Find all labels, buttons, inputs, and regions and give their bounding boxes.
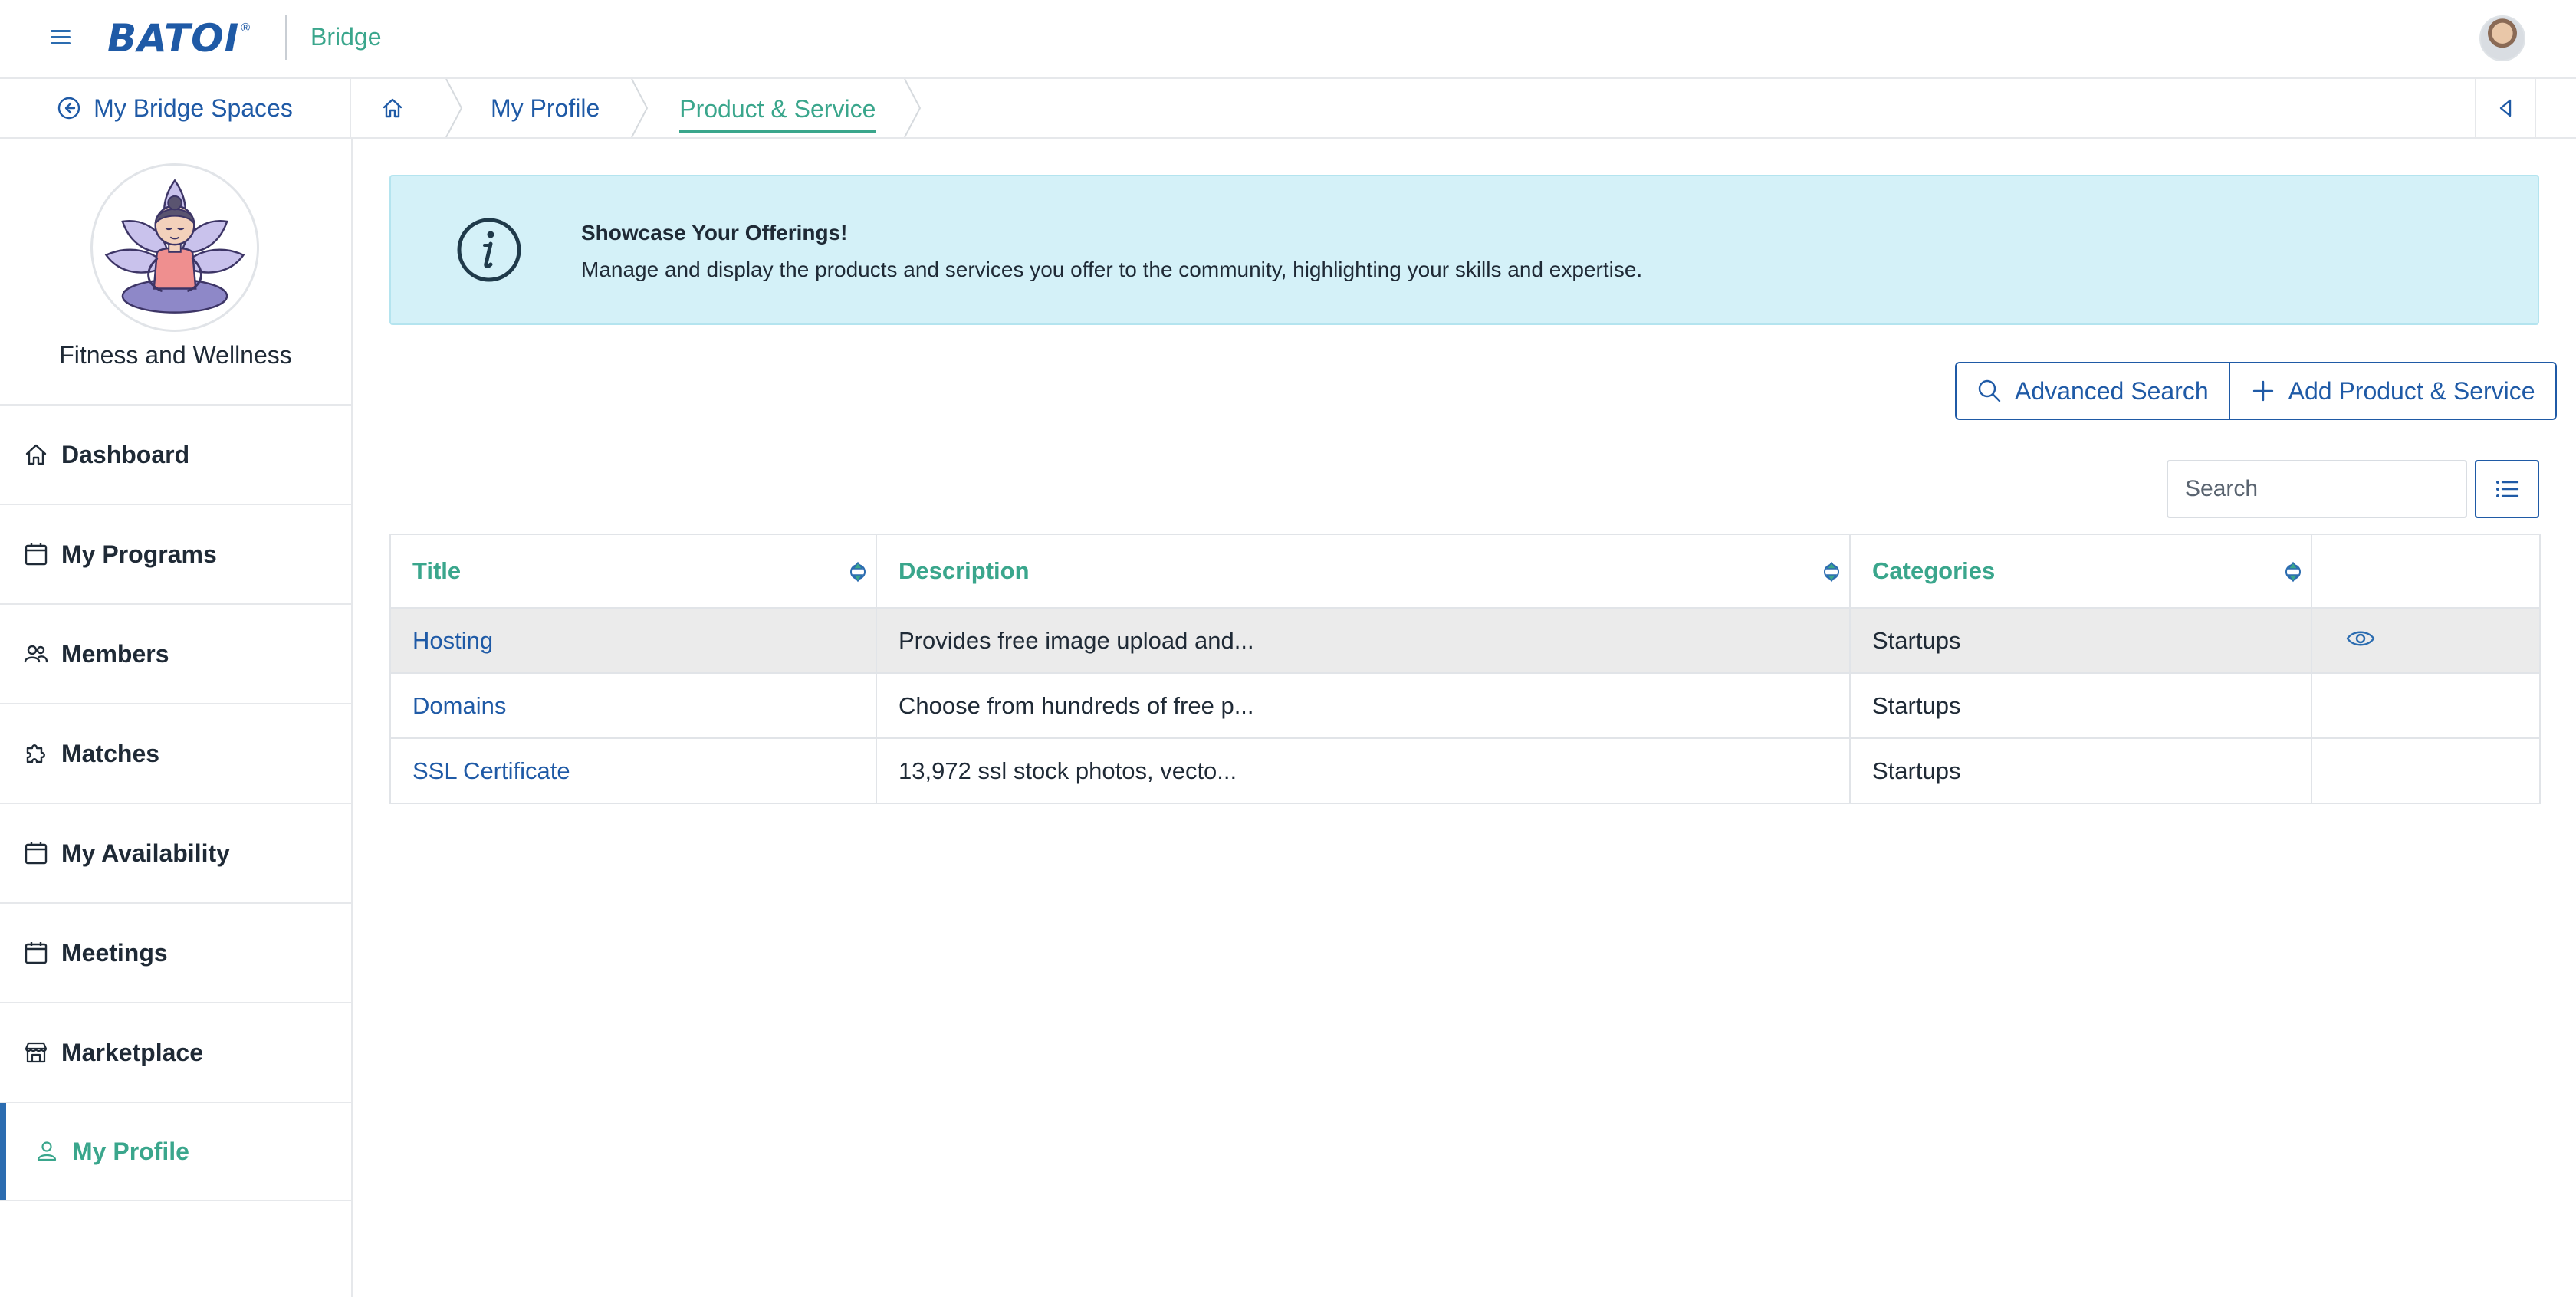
table-row[interactable]: Hosting Provides free image upload and..… bbox=[389, 607, 2541, 674]
banner-text: Manage and display the products and serv… bbox=[581, 258, 1643, 281]
banner-title: Showcase Your Offerings! bbox=[581, 221, 848, 245]
sidebar-item-label: Dashboard bbox=[61, 440, 190, 468]
logo-registered-mark: ® bbox=[241, 21, 251, 34]
sidebar-item-label: Matches bbox=[61, 739, 160, 767]
sidebar-item-label: My Profile bbox=[72, 1137, 189, 1165]
sidebar-item-my-availability[interactable]: My Availability bbox=[0, 803, 351, 902]
cell-description: Choose from hundreds of free p... bbox=[876, 672, 1851, 739]
my-bridge-spaces-link[interactable]: My Bridge Spaces bbox=[0, 79, 351, 137]
breadcrumb-my-profile[interactable]: My Profile bbox=[465, 79, 630, 137]
sidebar-item-label: Marketplace bbox=[61, 1038, 203, 1066]
list-view-button[interactable] bbox=[2475, 460, 2539, 518]
sidebar-item-label: My Availability bbox=[61, 839, 230, 867]
menu-icon[interactable] bbox=[49, 26, 72, 49]
app-name: Bridge bbox=[310, 23, 382, 51]
advanced-search-button[interactable]: Advanced Search bbox=[1957, 363, 2229, 419]
breadcrumb-separator bbox=[631, 79, 649, 137]
column-header-label: Categories bbox=[1872, 557, 1996, 584]
user-avatar[interactable] bbox=[2479, 15, 2525, 61]
products-table: Title Description Categories Hosting Pro… bbox=[389, 534, 2541, 804]
table-row[interactable]: SSL Certificate 13,972 ssl stock photos,… bbox=[389, 737, 2541, 804]
breadcrumb-separator bbox=[904, 79, 922, 137]
users-icon bbox=[24, 645, 48, 663]
space-name: Fitness and Wellness bbox=[59, 341, 292, 369]
collapse-panel-button[interactable] bbox=[2475, 79, 2536, 137]
add-product-service-button[interactable]: Add Product & Service bbox=[2228, 363, 2555, 419]
table-header-row: Title Description Categories bbox=[389, 534, 2541, 609]
breadcrumb-separator bbox=[445, 79, 463, 137]
header-divider bbox=[285, 15, 287, 60]
column-header-title[interactable]: Title bbox=[389, 534, 877, 609]
logo-text: BATOI bbox=[107, 16, 240, 61]
column-header-actions bbox=[2311, 534, 2541, 609]
home-icon bbox=[383, 98, 402, 118]
top-header: BATOI ® Bridge bbox=[0, 0, 2576, 79]
cell-actions bbox=[2311, 672, 2541, 739]
calendar-icon bbox=[25, 842, 48, 865]
eye-icon[interactable] bbox=[2346, 629, 2375, 648]
action-button-group: Advanced Search Add Product & Service bbox=[1955, 362, 2557, 420]
cell-category: Startups bbox=[1849, 737, 2312, 804]
breadcrumb-product-service-label: Product & Service bbox=[679, 95, 876, 133]
sidebar-item-members[interactable]: Members bbox=[0, 603, 351, 703]
my-bridge-spaces-label: My Bridge Spaces bbox=[94, 94, 293, 122]
logo[interactable]: BATOI ® bbox=[107, 16, 251, 61]
cell-description: 13,972 ssl stock photos, vecto... bbox=[876, 737, 1851, 804]
sidebar-item-label: Members bbox=[61, 639, 169, 668]
store-icon bbox=[25, 1042, 48, 1063]
info-icon bbox=[457, 218, 521, 282]
sort-icon[interactable] bbox=[1823, 558, 1840, 586]
search-input[interactable] bbox=[2167, 460, 2467, 518]
sidebar-item-label: My Programs bbox=[61, 540, 217, 568]
plus-icon bbox=[2252, 380, 2273, 402]
breadcrumb-home[interactable] bbox=[353, 79, 445, 137]
sidebar-item-matches[interactable]: Matches bbox=[0, 703, 351, 803]
column-header-label: Title bbox=[412, 557, 462, 584]
cell-category: Startups bbox=[1849, 607, 2312, 674]
cell-actions bbox=[2311, 737, 2541, 804]
arrow-left-circle-icon bbox=[58, 97, 80, 120]
sort-icon[interactable] bbox=[849, 558, 866, 586]
table-row[interactable]: Domains Choose from hundreds of free p..… bbox=[389, 672, 2541, 739]
user-icon bbox=[37, 1141, 57, 1161]
home-icon bbox=[25, 444, 47, 465]
cell-actions bbox=[2311, 607, 2541, 674]
breadcrumb-product-service[interactable]: Product & Service bbox=[650, 79, 903, 137]
cell-description: Provides free image upload and... bbox=[876, 607, 1851, 674]
sub-header: My Bridge Spaces My Profile Product & Se… bbox=[0, 79, 2576, 139]
cell-title[interactable]: Hosting bbox=[389, 607, 877, 674]
space-avatar bbox=[90, 163, 259, 332]
cell-title[interactable]: Domains bbox=[389, 672, 877, 739]
sidebar-item-dashboard[interactable]: Dashboard bbox=[0, 404, 351, 504]
sidebar-item-label: Meetings bbox=[61, 938, 168, 967]
info-banner: Showcase Your Offerings! Manage and disp… bbox=[389, 175, 2539, 325]
column-header-categories[interactable]: Categories bbox=[1849, 534, 2312, 609]
puzzle-icon bbox=[26, 744, 45, 763]
calendar-icon bbox=[25, 942, 48, 964]
calendar-icon bbox=[25, 543, 48, 566]
sidebar-item-meetings[interactable]: Meetings bbox=[0, 902, 351, 1002]
sidebar-item-marketplace[interactable]: Marketplace bbox=[0, 1002, 351, 1102]
column-header-description[interactable]: Description bbox=[876, 534, 1851, 609]
list-icon bbox=[2496, 481, 2519, 497]
search-icon bbox=[1978, 379, 2001, 402]
sidebar-item-my-programs[interactable]: My Programs bbox=[0, 504, 351, 603]
add-product-service-label: Add Product & Service bbox=[2288, 376, 2535, 405]
sidebar: Fitness and Wellness Dashboard My Progra… bbox=[0, 139, 353, 1297]
sidebar-item-my-profile[interactable]: My Profile bbox=[0, 1102, 351, 1201]
breadcrumb-my-profile-label: My Profile bbox=[491, 94, 600, 122]
sidebar-nav: Dashboard My Programs Members Matches My… bbox=[0, 404, 351, 1201]
advanced-search-label: Advanced Search bbox=[2015, 376, 2209, 405]
caret-left-icon bbox=[2499, 99, 2512, 117]
cell-category: Startups bbox=[1849, 672, 2312, 739]
column-header-label: Description bbox=[899, 557, 1030, 584]
meditation-illustration bbox=[104, 179, 245, 314]
sort-icon[interactable] bbox=[2285, 558, 2302, 586]
breadcrumb: My Profile Product & Service bbox=[353, 79, 923, 137]
cell-title[interactable]: SSL Certificate bbox=[389, 737, 877, 804]
